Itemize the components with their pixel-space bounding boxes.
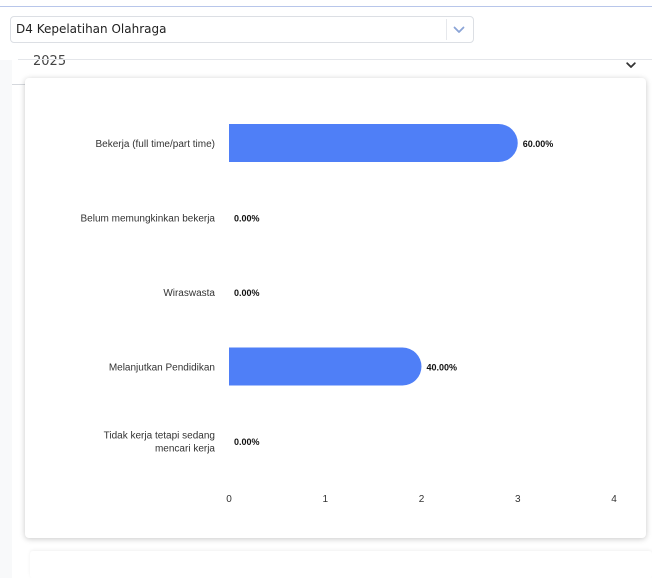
program-select[interactable]: D4 Kepelatihan Olahraga	[10, 16, 474, 43]
x-tick-label: 4	[611, 494, 617, 505]
x-tick-label: 2	[419, 494, 425, 505]
year-divider-left	[12, 84, 26, 85]
program-select-value: D4 Kepelatihan Olahraga	[16, 22, 167, 36]
chevron-down-icon	[626, 62, 636, 68]
chevron-down-icon	[453, 26, 465, 33]
category-label: Tidak kerja tetapi sedang mencari kerja	[104, 431, 216, 455]
data-label: 0.00%	[234, 437, 260, 447]
category-label: Wiraswasta	[163, 288, 215, 299]
x-tick-label: 0	[226, 494, 232, 505]
x-tick-label: 1	[322, 494, 328, 505]
data-label: 0.00%	[234, 288, 260, 298]
left-gutter	[0, 60, 12, 578]
x-tick-label: 3	[515, 494, 521, 505]
data-label: 40.00%	[427, 363, 458, 373]
top-divider	[0, 6, 652, 7]
chart-card: Bekerja (full time/part time) 60.00% Belum…	[25, 78, 646, 538]
bar[interactable]	[229, 347, 422, 386]
year-select-value: 2025	[33, 54, 67, 69]
program-select-button[interactable]	[446, 19, 471, 40]
bar-chart: Bekerja (full time/part time) 60.00% Belum…	[80, 124, 617, 505]
page: D4 Kepelatihan Olahraga 2025 Bekerja (fu…	[0, 0, 652, 578]
year-select[interactable]: 2025	[18, 51, 652, 73]
category-label: Melanjutkan Pendidikan	[109, 363, 215, 374]
category-label: Belum memungkinkan bekerja	[80, 214, 215, 225]
data-label: 0.00%	[234, 214, 260, 224]
year-divider	[18, 59, 652, 60]
bar[interactable]	[229, 124, 518, 162]
category-label: Bekerja (full time/part time)	[96, 139, 215, 150]
data-label: 60.00%	[523, 139, 554, 149]
next-card	[30, 551, 652, 578]
